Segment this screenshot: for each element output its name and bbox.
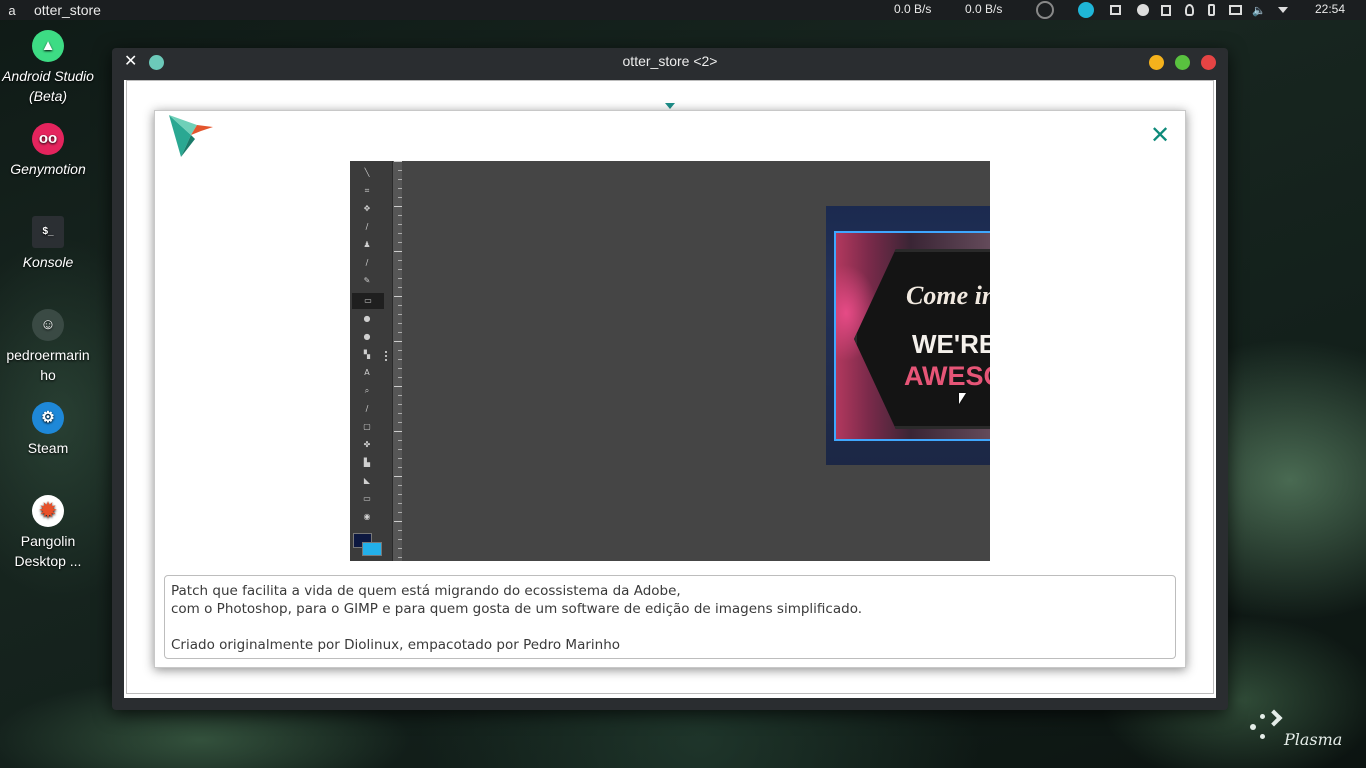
window-titlebar[interactable]: ✕ otter_store <2> <box>112 48 1228 76</box>
desktop-icon-label: Genymotion <box>10 161 86 177</box>
dropdown-caret-icon <box>665 103 675 109</box>
top-panel: a otter_store 0.0 B/s 0.0 B/s 🔈 22:54 <box>0 0 1366 20</box>
desktop-icon-label: Konsole <box>22 254 74 270</box>
bulb-icon[interactable] <box>1185 4 1194 16</box>
mouse-pointer-icon <box>959 393 966 404</box>
tool-icon: ▚ <box>363 350 371 359</box>
plasma-dot-icon <box>1260 714 1265 719</box>
gimp-toolbox: ╲ ⌗ ✥ ∕ ♟ ∕ ✎ ▭ ● ● ▚ A ⌕ ∕ ▢ ✤ ▙ ◣ ▭ ◉ <box>350 161 392 561</box>
expand-tray-icon[interactable] <box>1278 7 1288 13</box>
network-monitor-icon[interactable] <box>1036 1 1054 19</box>
minimize-button[interactable] <box>1149 55 1164 70</box>
system-tray: 🔈 <box>1036 0 1288 20</box>
tool-icon: ╲ <box>364 168 370 177</box>
android-studio-icon: ▲ <box>32 30 64 62</box>
tool-icon: ◣ <box>363 476 371 485</box>
tool-icon: ▙ <box>363 458 371 467</box>
desktop-icon-konsole[interactable]: $_ Konsole <box>0 216 96 272</box>
tool-icon: ∕ <box>365 258 369 267</box>
user-avatar-icon: ☺ <box>32 309 64 341</box>
desktop-icon-label: pedroermarinho <box>6 347 90 383</box>
sign-text-line2: WE'RE <box>912 329 990 359</box>
konsole-icon: $_ <box>32 216 64 248</box>
desktop-icon-label: Steam <box>27 440 69 456</box>
plasma-watermark: Plasma <box>1248 709 1358 752</box>
tool-icon: A <box>364 368 370 377</box>
display-icon[interactable] <box>1229 5 1242 15</box>
desktop-icon-label: Pangolin Desktop ... <box>14 533 82 569</box>
description-line: Patch que facilita a vida de quem está m… <box>171 583 681 599</box>
close-dialog-button[interactable]: ✕ <box>1148 123 1172 147</box>
net-download-speed: 0.0 B/s <box>894 2 932 16</box>
maximize-button[interactable] <box>1175 55 1190 70</box>
active-app-title[interactable]: otter_store <box>34 2 101 18</box>
tool-icon: ✎ <box>363 276 371 285</box>
dock-handle <box>385 351 387 363</box>
hummingbird-logo-icon <box>169 115 213 157</box>
tool-icon: ▢ <box>363 422 371 431</box>
desktop-icon-steam[interactable]: ⚙ Steam <box>0 402 96 458</box>
genymotion-icon: oo <box>32 123 64 155</box>
clock[interactable]: 22:54 <box>1315 2 1345 16</box>
desktop-icon-user-folder[interactable]: ☺ pedroermarinho <box>5 309 91 385</box>
tool-icon: ◉ <box>363 512 371 521</box>
app-window: ✕ otter_store <2> ✕ ╲ ⌗ ✥ ∕ ♟ ∕ ✎ ▭ ● ● … <box>112 48 1228 710</box>
vertical-ruler <box>392 161 402 561</box>
tool-icon: ⌕ <box>364 386 370 395</box>
plasma-dot-icon <box>1260 734 1265 739</box>
desktop-icon-android-studio[interactable]: ▲ Android Studio (Beta) <box>0 30 96 106</box>
sign-text-line3: AWESOME <box>904 361 990 391</box>
background-color-swatch <box>362 542 382 556</box>
credits-line: Criado originalmente por Diolinux, empac… <box>171 637 621 653</box>
tool-icon: ● <box>363 314 371 323</box>
plasma-chevron-icon <box>1265 709 1283 727</box>
window-title: otter_store <2> <box>622 53 718 69</box>
description-line: com o Photoshop, para o GIMP e para quem… <box>171 601 863 617</box>
app-launcher-icon[interactable]: a <box>2 3 22 18</box>
net-upload-speed: 0.0 B/s <box>965 2 1003 16</box>
tool-icon: ✥ <box>363 204 371 213</box>
tool-icon: ∕ <box>365 404 369 413</box>
pause-icon[interactable] <box>1137 4 1149 16</box>
plasma-brand-text: Plasma <box>1284 730 1343 749</box>
canvas-image: Come in WE'RE AWESOME <box>826 206 990 465</box>
phone-icon[interactable] <box>1208 4 1215 16</box>
desktop-icon-pangolin[interactable]: ✹ Pangolin Desktop ... <box>0 495 96 571</box>
tool-icon: ● <box>363 332 371 341</box>
plasma-dot-icon <box>1250 724 1256 730</box>
tool-icon: ♟ <box>363 240 371 249</box>
app-detail-dialog: ✕ ╲ ⌗ ✥ ∕ ♟ ∕ ✎ ▭ ● ● ▚ A ⌕ ∕ ▢ ✤ ▙ ◣ ▭ … <box>154 110 1186 668</box>
tool-icon: ▭ <box>352 293 384 309</box>
desktop-icon-genymotion[interactable]: oo Genymotion <box>0 123 96 179</box>
app-screenshot: ╲ ⌗ ✥ ∕ ♟ ∕ ✎ ▭ ● ● ▚ A ⌕ ∕ ▢ ✤ ▙ ◣ ▭ ◉ <box>350 161 990 561</box>
window-icon[interactable] <box>1110 5 1121 15</box>
sign-text-line1: Come in <box>906 281 990 310</box>
tool-icon: ∕ <box>365 222 369 231</box>
sync-icon[interactable] <box>1078 2 1094 18</box>
selected-layer-frame: Come in WE'RE AWESOME <box>834 231 990 441</box>
clipboard-icon[interactable] <box>1161 4 1171 16</box>
pangolin-icon: ✹ <box>32 495 64 527</box>
tool-icon: ⌗ <box>364 186 370 195</box>
app-description: Patch que facilita a vida de quem está m… <box>164 575 1176 659</box>
tool-icon: ✤ <box>363 440 371 449</box>
close-window-button[interactable] <box>1201 55 1216 70</box>
volume-icon[interactable]: 🔈 <box>1252 4 1266 17</box>
desktop-icon-label: Android Studio (Beta) <box>2 68 94 104</box>
tool-icon: ▭ <box>363 494 371 503</box>
steam-icon: ⚙ <box>32 402 64 434</box>
